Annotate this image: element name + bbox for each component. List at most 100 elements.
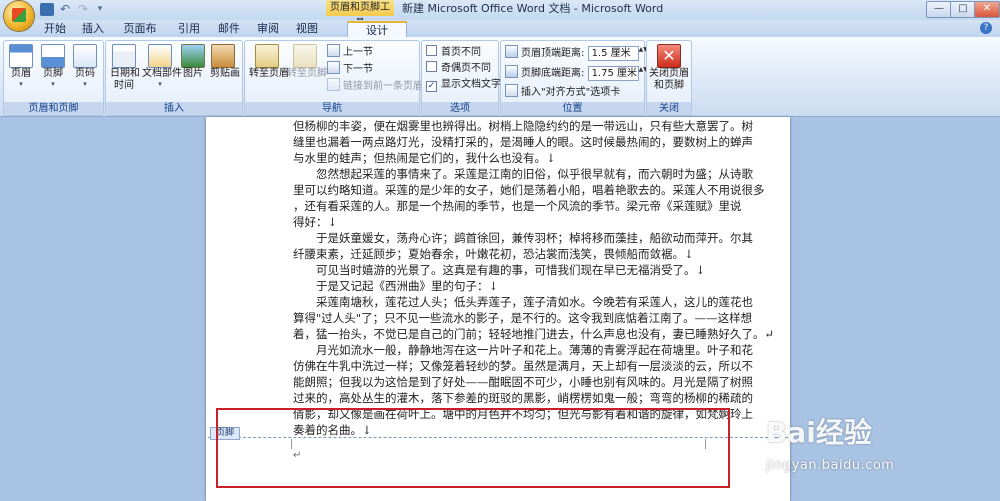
page-number-icon <box>73 44 97 68</box>
next-section-icon <box>327 61 340 74</box>
office-button[interactable] <box>4 1 34 31</box>
picture-button[interactable]: 图片 <box>180 44 206 80</box>
ribbon: 页眉 ▾ 页脚 ▾ 页码 ▾ 页眉和页脚 日期和 时间 文档部件 ▾ 图片 剪贴… <box>0 37 1000 117</box>
goto-footer-icon <box>293 44 317 68</box>
body-text-line: 于是妖童媛女，荡舟心许；鹢首徐回，兼传羽杯；棹将移而藻挂，船欲动而萍开。尔其 <box>293 231 753 245</box>
link-icon <box>327 78 340 91</box>
chevron-down-icon: ▾ <box>83 80 87 88</box>
calendar-icon <box>112 44 136 68</box>
tab-insert[interactable]: 插入 <box>80 21 106 37</box>
footer-bottom-distance-input[interactable]: 1.75 厘米 <box>587 65 639 81</box>
clipart-button[interactable]: 剪贴画 <box>210 44 240 80</box>
tab-home[interactable]: 开始 <box>42 21 68 37</box>
next-section-label: 下一节 <box>343 64 373 75</box>
clipart-icon <box>211 44 235 68</box>
minimize-button[interactable]: — <box>926 1 952 18</box>
link-to-previous-button[interactable]: 链接到前一条页眉 <box>327 78 423 93</box>
close-window-button[interactable]: ✕ <box>974 1 1000 18</box>
group-label-header-footer: 页眉和页脚 <box>4 102 103 115</box>
doc-parts-label: 文档部件 <box>142 68 182 79</box>
header-top-distance-input[interactable]: 1.5 厘米 <box>587 45 639 61</box>
watermark-url: jingyan.baidu.com <box>766 458 895 473</box>
maximize-button[interactable]: □ <box>950 1 976 18</box>
footer-bottom-distance-label: 页脚底端距离: <box>521 68 585 79</box>
header-button[interactable]: 页眉 ▾ <box>8 44 34 88</box>
chevron-down-icon: ▾ <box>19 80 23 88</box>
tab-view[interactable]: 视图 <box>294 21 320 37</box>
first-page-different-checkbox[interactable]: 首页不同 <box>426 45 481 60</box>
date-time-label-1: 日期和 <box>110 68 140 79</box>
help-icon[interactable]: ? <box>980 22 992 34</box>
group-label-insert: 插入 <box>106 102 242 115</box>
body-text-line: 月光如流水一般，静静地泻在这一片叶子和花上。薄薄的青雾浮起在荷塘里。叶子和花 <box>293 343 753 357</box>
baidu-jingyan-watermark: Bai经验 jingyan.baidu.com <box>766 414 996 484</box>
footer-button-label: 页脚 <box>43 68 63 79</box>
tab-references[interactable]: 引用 <box>176 21 202 37</box>
ribbon-tab-row: 开始 插入 页面布局 引用 邮件 审阅 视图 设计 <box>0 20 1000 51</box>
doc-parts-button[interactable]: 文档部件 ▾ <box>142 44 182 88</box>
previous-section-button[interactable]: 上一节 <box>327 44 373 59</box>
goto-footer-button[interactable]: 转至页脚 <box>287 44 327 80</box>
body-text-line: 但杨柳的丰姿，便在烟雾里也辨得出。树梢上隐隐约约的是一带远山，只有些大意罢了。树 <box>293 119 753 133</box>
tab-review[interactable]: 审阅 <box>255 21 281 37</box>
group-label-close: 关闭 <box>647 102 691 115</box>
body-text-line: 能朗照；但我以为这恰是到了好处——酣眠固不可少，小睡也别有风味的。月光是隔了树照 <box>293 375 753 389</box>
group-insert: 日期和 时间 文档部件 ▾ 图片 剪贴画 插入 <box>105 40 243 116</box>
group-position: 页眉顶端距离: 1.5 厘米 ▲▼ 页脚底端距离: 1.75 厘米 ▲▼ 插入"对齐… <box>500 40 648 116</box>
body-text-line: ，还有看采莲的人。那是一个热闹的季节，也是一个风流的季节。梁元帝《采莲赋》里说 <box>293 199 742 213</box>
group-options: 首页不同 奇偶页不同 ✓ 显示文档文字 选项 <box>421 40 501 116</box>
insert-alignment-tab-button[interactable]: 插入"对齐方式"选项卡 <box>505 84 620 99</box>
undo-icon[interactable]: ↶ <box>58 3 72 16</box>
picture-label: 图片 <box>183 68 203 79</box>
clipart-label: 剪贴画 <box>210 68 240 79</box>
group-navigation: 转至页眉 转至页脚 上一节 下一节 链接到前一条页眉 导航 <box>244 40 423 116</box>
chevron-down-icon: ▾ <box>158 80 162 88</box>
body-text-line: 与水里的蛙声；但热闹是它们的，我什么也没有。↓ <box>293 151 556 165</box>
odd-even-different-checkbox[interactable]: 奇偶页不同 <box>426 61 491 76</box>
body-text-line: 仿佛在牛乳中洗过一样；又像笼着轻纱的梦。虽然是满月，天上却有一层淡淡的云，所以不 <box>293 359 753 373</box>
footer-bottom-distance: 页脚底端距离: 1.75 厘米 ▲▼ <box>505 65 648 81</box>
tab-page-layout[interactable]: 页面布局 <box>120 21 160 51</box>
window-title: 新建 Microsoft Office Word 文档 - Microsoft … <box>402 2 664 15</box>
insert-alignment-tab-label: 插入"对齐方式"选项卡 <box>521 87 621 98</box>
show-document-text-checkbox[interactable]: ✓ 显示文档文字 <box>426 77 501 92</box>
body-text-line: 缝里也漏着一两点路灯光，没精打采的，是渴睡人的眼。这时候最热闹的，要数树上的蝉声 <box>293 135 753 149</box>
footer-highlight-box <box>216 408 730 488</box>
header-distance-icon <box>505 45 518 58</box>
body-text-line: 纤腰束素，迁延顾步；夏始春余，叶嫩花初，恐沾裳而浅笑，畏倾船而敛裾。↓ <box>293 247 694 261</box>
tab-design[interactable]: 设计 <box>347 21 407 38</box>
goto-header-label: 转至页眉 <box>249 68 289 79</box>
footer-button[interactable]: 页脚 ▾ <box>40 44 66 88</box>
header-top-distance: 页眉顶端距离: 1.5 厘米 ▲▼ <box>505 45 648 61</box>
header-icon <box>9 44 33 68</box>
date-time-button[interactable]: 日期和 时间 <box>110 44 140 92</box>
group-close: ✕ 关闭页眉 和页脚 关闭 <box>646 40 692 116</box>
body-text-line: 里可以约略知道。采莲的是少年的女子，她们是荡着小船，唱着艳歌去的。采莲人不用说很… <box>293 183 765 197</box>
picture-icon <box>181 44 205 68</box>
tab-mailings[interactable]: 邮件 <box>216 21 242 37</box>
page-number-button-label: 页码 <box>75 68 95 79</box>
customize-quick-access-icon[interactable]: ▾ <box>93 3 107 16</box>
save-icon[interactable] <box>40 3 54 16</box>
group-label-navigation: 导航 <box>245 102 419 115</box>
body-text-line: 过来的，高处丛生的灌木，落下参差的斑驳的黑影，峭楞楞如鬼一般；弯弯的杨柳的稀疏的 <box>293 391 753 405</box>
body-text-line: 得好：↓ <box>293 215 338 229</box>
close-header-footer-button[interactable]: ✕ 关闭页眉 和页脚 <box>649 44 689 92</box>
footer-distance-icon <box>505 65 518 78</box>
page-number-button[interactable]: 页码 ▾ <box>72 44 98 88</box>
body-text-line: 忽然想起采莲的事情来了。采莲是江南的旧俗，似乎很早就有，而六朝时为盛；从诗歌 <box>293 167 753 181</box>
close-icon: ✕ <box>657 44 681 68</box>
goto-header-button[interactable]: 转至页眉 <box>249 44 289 80</box>
chevron-down-icon: ▾ <box>51 80 55 88</box>
body-text-line: 着，猛一抬头，不觉已是自己的门前；轻轻地推门进去，什么声息也没有，妻已睡熟好久了… <box>293 327 775 341</box>
previous-section-label: 上一节 <box>343 47 373 58</box>
next-section-button[interactable]: 下一节 <box>327 61 373 76</box>
link-to-previous-label: 链接到前一条页眉 <box>343 81 423 92</box>
redo-icon[interactable]: ↷ <box>76 3 90 16</box>
odd-even-different-label: 奇偶页不同 <box>441 63 491 74</box>
contextual-tab-title: 页眉和页脚工具 <box>326 0 394 29</box>
show-document-text-label: 显示文档文字 <box>441 79 501 90</box>
checkbox-box <box>426 45 437 56</box>
body-text-line: 于是又记起《西洲曲》里的句子：↓ <box>293 279 499 293</box>
goto-header-icon <box>255 44 279 68</box>
